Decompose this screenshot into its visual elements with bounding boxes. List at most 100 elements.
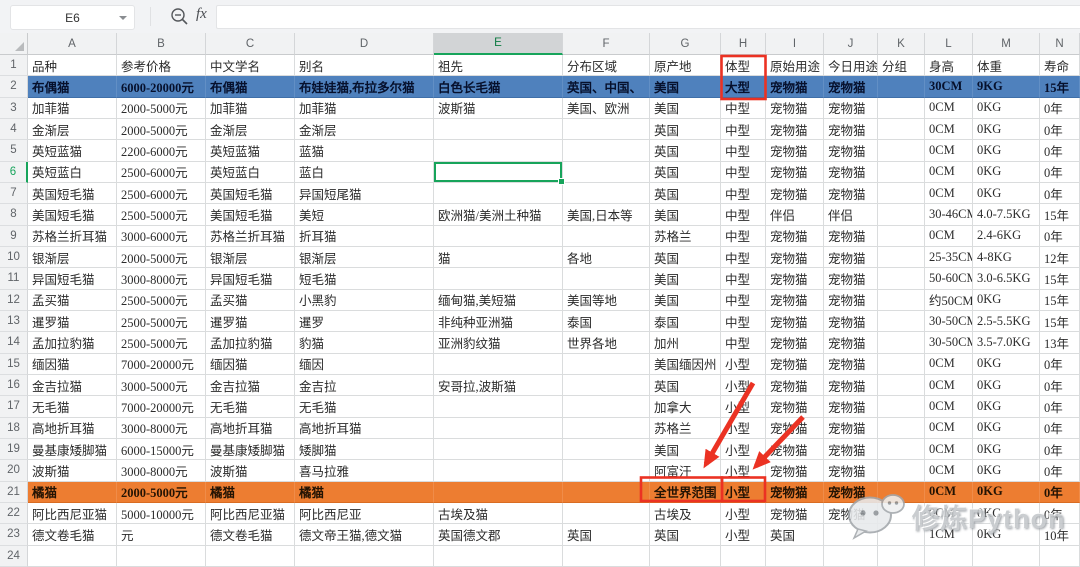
cell-I19[interactable]: 宠物猫: [766, 438, 824, 461]
cell-H15[interactable]: 小型: [721, 353, 766, 375]
row-number-2[interactable]: 2: [0, 76, 28, 98]
cell-F7[interactable]: [563, 182, 650, 205]
cell-A22[interactable]: 阿比西尼亚猫: [28, 502, 117, 525]
cell-B16[interactable]: 3000-5000元: [117, 374, 206, 397]
cell-A13[interactable]: 暹罗猫: [28, 310, 117, 333]
cell-B1[interactable]: 参考价格: [117, 55, 206, 77]
cell-M15[interactable]: 0KG: [973, 353, 1040, 375]
cell-H18[interactable]: 小型: [721, 417, 766, 439]
cell-C13[interactable]: 暹罗猫: [206, 310, 295, 333]
cell-K24[interactable]: [878, 545, 925, 567]
cell-I6[interactable]: 宠物猫: [766, 161, 824, 183]
cell-G4[interactable]: 英国: [650, 118, 721, 141]
cell-E24[interactable]: [434, 545, 563, 567]
cell-G16[interactable]: 英国: [650, 374, 721, 397]
cell-C24[interactable]: [206, 545, 295, 567]
cell-L4[interactable]: 0CM: [925, 118, 973, 141]
cell-H4[interactable]: 中型: [721, 118, 766, 141]
row-number-4[interactable]: 4: [0, 118, 28, 141]
cell-D8[interactable]: 美短: [295, 204, 434, 226]
cell-L20[interactable]: 0CM: [925, 460, 973, 482]
cell-E1[interactable]: 祖先: [434, 55, 563, 77]
cell-F20[interactable]: [563, 460, 650, 482]
col-header-J[interactable]: J: [824, 33, 878, 55]
row-number-6[interactable]: 6: [0, 161, 28, 183]
cell-L16[interactable]: 0CM: [925, 374, 973, 397]
cell-N1[interactable]: 寿命: [1040, 55, 1080, 77]
cell-F12[interactable]: 美国等地: [563, 289, 650, 311]
cell-G20[interactable]: 阿富汗: [650, 460, 721, 482]
cell-L1[interactable]: 身高: [925, 55, 973, 77]
cell-E14[interactable]: 亚洲豹纹猫: [434, 332, 563, 354]
cell-H11[interactable]: 中型: [721, 268, 766, 290]
cell-B10[interactable]: 2000-5000元: [117, 246, 206, 269]
cell-I21[interactable]: 宠物猫: [766, 481, 824, 503]
cell-A6[interactable]: 英短蓝白: [28, 161, 117, 183]
cell-K9[interactable]: [878, 225, 925, 247]
cell-N9[interactable]: 0年: [1040, 225, 1080, 247]
cell-N8[interactable]: 15年: [1040, 204, 1080, 226]
cell-F24[interactable]: [563, 545, 650, 567]
cell-K23[interactable]: [878, 524, 925, 546]
cell-F6[interactable]: [563, 161, 650, 183]
cell-J3[interactable]: 宠物猫: [824, 97, 878, 119]
cell-J13[interactable]: 宠物猫: [824, 310, 878, 333]
cell-K1[interactable]: 分组: [878, 55, 925, 77]
cell-I17[interactable]: 宠物猫: [766, 396, 824, 418]
cell-K8[interactable]: [878, 204, 925, 226]
name-box[interactable]: E6: [10, 5, 135, 30]
cell-K5[interactable]: [878, 140, 925, 162]
cell-D9[interactable]: 折耳猫: [295, 225, 434, 247]
cell-D6[interactable]: 蓝白: [295, 161, 434, 183]
cell-E16[interactable]: 安哥拉,波斯猫: [434, 374, 563, 397]
cell-B19[interactable]: 6000-15000元: [117, 438, 206, 461]
cell-L13[interactable]: 30-50CM: [925, 310, 973, 333]
cell-M12[interactable]: 0KG: [973, 289, 1040, 311]
cell-I18[interactable]: 宠物猫: [766, 417, 824, 439]
cell-L14[interactable]: 30-50CM: [925, 332, 973, 354]
cell-H2[interactable]: 大型: [721, 76, 766, 98]
cell-E10[interactable]: 猫: [434, 246, 563, 269]
cell-J9[interactable]: 宠物猫: [824, 225, 878, 247]
cell-C2[interactable]: 布偶猫: [206, 76, 295, 98]
cell-E21[interactable]: [434, 481, 563, 503]
cell-B20[interactable]: 3000-8000元: [117, 460, 206, 482]
row-number-15[interactable]: 15: [0, 353, 28, 375]
cell-G9[interactable]: 苏格兰: [650, 225, 721, 247]
cell-G6[interactable]: 英国: [650, 161, 721, 183]
cell-L12[interactable]: 约50CM: [925, 289, 973, 311]
cell-L19[interactable]: 0CM: [925, 438, 973, 461]
cell-H20[interactable]: 小型: [721, 460, 766, 482]
cell-B12[interactable]: 2500-5000元: [117, 289, 206, 311]
cell-I1[interactable]: 原始用途: [766, 55, 824, 77]
cell-E19[interactable]: [434, 438, 563, 461]
cell-I7[interactable]: 宠物猫: [766, 182, 824, 205]
cell-M2[interactable]: 9KG: [973, 76, 1040, 98]
cell-K2[interactable]: [878, 76, 925, 98]
cell-K4[interactable]: [878, 118, 925, 141]
row-number-13[interactable]: 13: [0, 310, 28, 333]
cell-D16[interactable]: 金吉拉: [295, 374, 434, 397]
cell-D15[interactable]: 缅因: [295, 353, 434, 375]
row-number-1[interactable]: 1: [0, 55, 28, 77]
cell-N24[interactable]: [1040, 545, 1080, 567]
cell-A1[interactable]: 品种: [28, 55, 117, 77]
cell-H22[interactable]: 小型: [721, 502, 766, 525]
cell-B14[interactable]: 2500-5000元: [117, 332, 206, 354]
cell-J1[interactable]: 今日用途: [824, 55, 878, 77]
row-number-16[interactable]: 16: [0, 374, 28, 397]
cell-J16[interactable]: 宠物猫: [824, 374, 878, 397]
cell-F11[interactable]: [563, 268, 650, 290]
cell-F22[interactable]: [563, 502, 650, 525]
cell-J10[interactable]: 宠物猫: [824, 246, 878, 269]
cell-F5[interactable]: [563, 140, 650, 162]
cell-E9[interactable]: [434, 225, 563, 247]
cell-N7[interactable]: 0年: [1040, 182, 1080, 205]
cell-L22[interactable]: 0CM: [925, 502, 973, 525]
cell-G10[interactable]: 英国: [650, 246, 721, 269]
cell-N4[interactable]: 0年: [1040, 118, 1080, 141]
cell-I24[interactable]: [766, 545, 824, 567]
cell-I8[interactable]: 伴侣: [766, 204, 824, 226]
cell-A18[interactable]: 高地折耳猫: [28, 417, 117, 439]
cell-I16[interactable]: 宠物猫: [766, 374, 824, 397]
